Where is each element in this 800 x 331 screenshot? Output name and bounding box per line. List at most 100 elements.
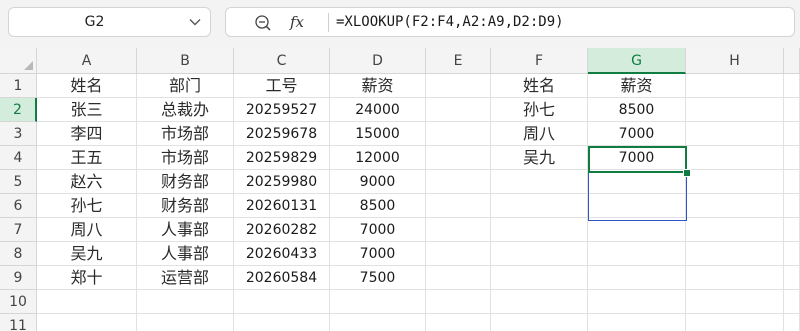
cell-c6[interactable]: 20260131: [234, 194, 330, 218]
name-box-value[interactable]: G2: [9, 8, 180, 36]
cell-d8[interactable]: 7000: [330, 242, 426, 266]
cell-e2[interactable]: [426, 98, 491, 122]
column-header-g[interactable]: G: [588, 48, 686, 74]
cell-f10[interactable]: [491, 290, 588, 314]
cell-c4[interactable]: 20259829: [234, 146, 330, 170]
cell-h7[interactable]: [686, 218, 784, 242]
column-header-e[interactable]: E: [426, 48, 491, 74]
select-all-corner[interactable]: [0, 48, 37, 74]
formula-input[interactable]: =XLOOKUP(F2:F4,A2:A9,D2:D9): [336, 8, 564, 36]
row-header-9[interactable]: 9: [0, 266, 37, 290]
cell-f2[interactable]: 孙七: [491, 98, 588, 122]
cell-e11[interactable]: [426, 314, 491, 331]
cell-b2[interactable]: 总裁办: [137, 98, 234, 122]
cell-h5[interactable]: [686, 170, 784, 194]
cell-f8[interactable]: [491, 242, 588, 266]
cell-d5[interactable]: 9000: [330, 170, 426, 194]
cell-g11[interactable]: [588, 314, 686, 331]
cell-i6[interactable]: [784, 194, 800, 218]
row-header-5[interactable]: 5: [0, 170, 37, 194]
cell-h10[interactable]: [686, 290, 784, 314]
cell-e6[interactable]: [426, 194, 491, 218]
column-header-d[interactable]: D: [330, 48, 426, 74]
cell-b7[interactable]: 人事部: [137, 218, 234, 242]
cell-c3[interactable]: 20259678: [234, 122, 330, 146]
cell-c11[interactable]: [234, 314, 330, 331]
cell-i3[interactable]: [784, 122, 800, 146]
row-header-2[interactable]: 2: [0, 98, 37, 122]
cell-d9[interactable]: 7500: [330, 266, 426, 290]
cell-e10[interactable]: [426, 290, 491, 314]
row-header-6[interactable]: 6: [0, 194, 37, 218]
cell-h1[interactable]: [686, 74, 784, 98]
row-header-3[interactable]: 3: [0, 122, 37, 146]
cell-a9[interactable]: 郑十: [37, 266, 137, 290]
chevron-down-icon[interactable]: [186, 13, 204, 31]
cell-d3[interactable]: 15000: [330, 122, 426, 146]
cell-f6[interactable]: [491, 194, 588, 218]
cell-e7[interactable]: [426, 218, 491, 242]
cell-f11[interactable]: [491, 314, 588, 331]
cell-d2[interactable]: 24000: [330, 98, 426, 122]
cell-d10[interactable]: [330, 290, 426, 314]
row-header-7[interactable]: 7: [0, 218, 37, 242]
cell-a7[interactable]: 周八: [37, 218, 137, 242]
cell-b8[interactable]: 人事部: [137, 242, 234, 266]
cell-b4[interactable]: 市场部: [137, 146, 234, 170]
cell-b3[interactable]: 市场部: [137, 122, 234, 146]
row-header-8[interactable]: 8: [0, 242, 37, 266]
cell-g8[interactable]: [588, 242, 686, 266]
column-header-c[interactable]: C: [234, 48, 330, 74]
cell-g9[interactable]: [588, 266, 686, 290]
cell-i2[interactable]: [784, 98, 800, 122]
cell-f7[interactable]: [491, 218, 588, 242]
cell-f1[interactable]: 姓名: [491, 74, 588, 98]
column-header-h[interactable]: H: [686, 48, 784, 74]
cell-e8[interactable]: [426, 242, 491, 266]
cell-b6[interactable]: 财务部: [137, 194, 234, 218]
cell-i8[interactable]: [784, 242, 800, 266]
cell-a6[interactable]: 孙七: [37, 194, 137, 218]
cell-b1[interactable]: 部门: [137, 74, 234, 98]
cell-f4[interactable]: 吴九: [491, 146, 588, 170]
cell-h4[interactable]: [686, 146, 784, 170]
row-header-11[interactable]: 11: [0, 314, 37, 331]
column-header-f[interactable]: F: [491, 48, 588, 74]
cell-h11[interactable]: [686, 314, 784, 331]
cell-d1[interactable]: 薪资: [330, 74, 426, 98]
cell-h3[interactable]: [686, 122, 784, 146]
cell-a8[interactable]: 吴九: [37, 242, 137, 266]
cell-h6[interactable]: [686, 194, 784, 218]
cell-c7[interactable]: 20260282: [234, 218, 330, 242]
column-header-a[interactable]: A: [37, 48, 137, 74]
cell-f5[interactable]: [491, 170, 588, 194]
cell-f9[interactable]: [491, 266, 588, 290]
cell-d4[interactable]: 12000: [330, 146, 426, 170]
cell-g7[interactable]: [588, 218, 686, 242]
spreadsheet-grid[interactable]: A B C D E F G H 1 姓名 部门 工号 薪资 姓名 薪资 2 张三 总裁办 20259527 24000…: [0, 48, 800, 331]
cell-a2[interactable]: 张三: [37, 98, 137, 122]
cell-h2[interactable]: [686, 98, 784, 122]
cell-a10[interactable]: [37, 290, 137, 314]
cell-a4[interactable]: 王五: [37, 146, 137, 170]
cell-b10[interactable]: [137, 290, 234, 314]
cell-h8[interactable]: [686, 242, 784, 266]
row-header-4[interactable]: 4: [0, 146, 37, 170]
cell-c10[interactable]: [234, 290, 330, 314]
cell-d11[interactable]: [330, 314, 426, 331]
column-header-b[interactable]: B: [137, 48, 234, 74]
cell-h9[interactable]: [686, 266, 784, 290]
cell-a5[interactable]: 赵六: [37, 170, 137, 194]
cell-e3[interactable]: [426, 122, 491, 146]
cell-e9[interactable]: [426, 266, 491, 290]
cell-c1[interactable]: 工号: [234, 74, 330, 98]
cell-d7[interactable]: 7000: [330, 218, 426, 242]
cell-f3[interactable]: 周八: [491, 122, 588, 146]
cell-i10[interactable]: [784, 290, 800, 314]
cell-i4[interactable]: [784, 146, 800, 170]
cell-e4[interactable]: [426, 146, 491, 170]
cell-g1[interactable]: 薪资: [588, 74, 686, 98]
cell-b9[interactable]: 运营部: [137, 266, 234, 290]
cell-e1[interactable]: [426, 74, 491, 98]
fx-icon[interactable]: fx: [290, 11, 304, 33]
